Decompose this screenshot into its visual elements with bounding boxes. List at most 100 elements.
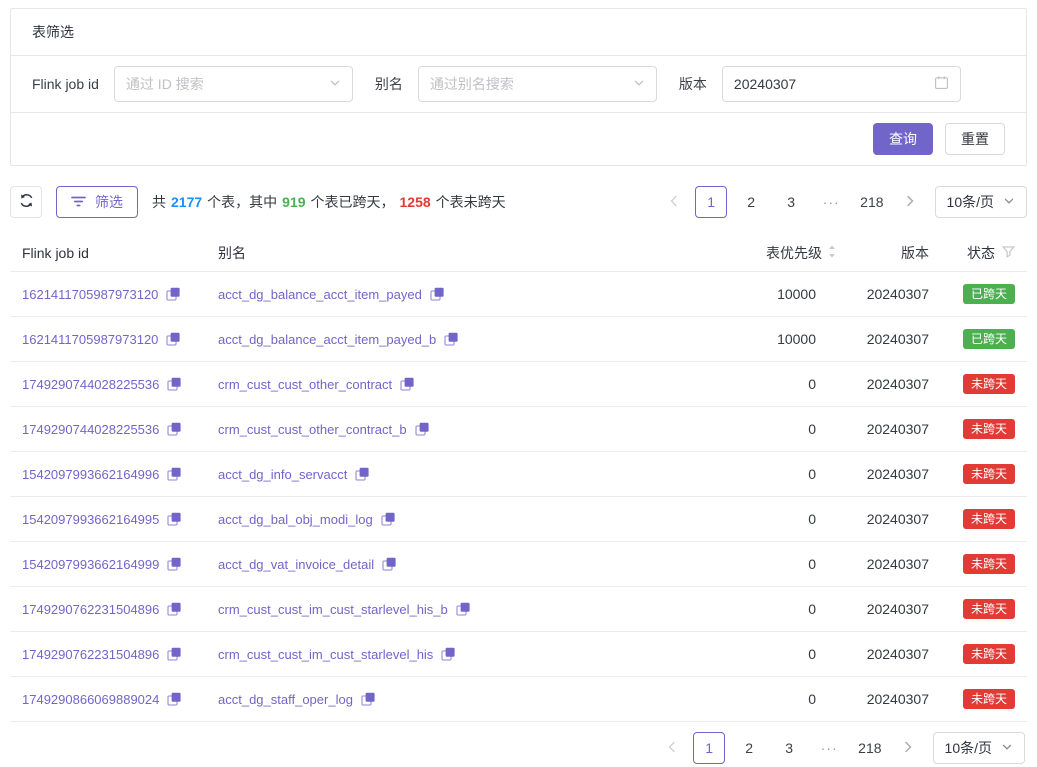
copy-icon[interactable]	[361, 692, 375, 706]
column-header-alias[interactable]: 别名	[218, 243, 715, 263]
filter-toggle-button[interactable]: 筛选	[56, 186, 138, 218]
bottom-pager-row: 123···218 10条/页	[10, 732, 1027, 764]
status-badge: 未跨天	[963, 599, 1015, 619]
page-size-label: 10条/页	[947, 192, 994, 212]
row-alias-link[interactable]: crm_cust_cust_other_contract_b	[218, 422, 407, 437]
flink-job-id-label: Flink job id	[32, 76, 99, 92]
alias-label: 别名	[375, 74, 403, 94]
pagination-next-button[interactable]	[895, 732, 921, 764]
copy-icon[interactable]	[444, 332, 458, 346]
chevron-down-icon	[1003, 194, 1015, 210]
pagination-next-button[interactable]	[897, 186, 923, 218]
copy-icon[interactable]	[415, 422, 429, 436]
copy-icon[interactable]	[167, 557, 181, 571]
row-version: 20240307	[837, 331, 929, 347]
table-row: 1749290744028225536 crm_cust_cust_other_…	[10, 362, 1027, 407]
row-id-link[interactable]: 1542097993662164999	[22, 557, 159, 572]
copy-icon[interactable]	[167, 422, 181, 436]
pagination-page-218[interactable]: 218	[855, 186, 888, 218]
pagination-page-3[interactable]: 3	[775, 186, 807, 218]
filter-actions-row: 查询 重置	[11, 113, 1026, 165]
copy-icon[interactable]	[430, 287, 444, 301]
pagination-top: 123···21810条/页	[661, 186, 1027, 218]
filter-funnel-icon[interactable]	[1002, 245, 1015, 261]
stats-not-crossed-count: 1258	[400, 194, 431, 210]
row-id-link[interactable]: 1749290744028225536	[22, 422, 159, 437]
alias-select[interactable]: 通过别名搜索	[418, 66, 657, 102]
copy-icon[interactable]	[441, 647, 455, 661]
pagination-page-1[interactable]: 1	[693, 732, 725, 764]
version-input[interactable]	[734, 76, 914, 92]
row-id-link[interactable]: 1621411705987973120	[22, 287, 158, 302]
row-priority: 0	[715, 646, 837, 662]
reset-button[interactable]: 重置	[945, 123, 1005, 155]
row-alias-link[interactable]: acct_dg_staff_oper_log	[218, 692, 353, 707]
row-alias-link[interactable]: acct_dg_info_servacct	[218, 467, 347, 482]
row-version: 20240307	[837, 601, 929, 617]
calendar-icon	[934, 75, 949, 93]
table-row: 1749290866069889024 acct_dg_staff_oper_l…	[10, 677, 1027, 722]
row-alias-link[interactable]: crm_cust_cust_im_cust_starlevel_his	[218, 647, 433, 662]
row-id-link[interactable]: 1749290866069889024	[22, 692, 159, 707]
row-alias-link[interactable]: acct_dg_balance_acct_item_payed	[218, 287, 422, 302]
row-alias-link[interactable]: acct_dg_vat_invoice_detail	[218, 557, 374, 572]
pagination-prev-button[interactable]	[659, 732, 685, 764]
pagination-prev-button[interactable]	[661, 186, 687, 218]
refresh-button[interactable]	[10, 186, 42, 218]
version-date-input[interactable]	[722, 66, 961, 102]
row-id-link[interactable]: 1621411705987973120	[22, 332, 158, 347]
row-id-link[interactable]: 1542097993662164995	[22, 512, 159, 527]
copy-icon[interactable]	[400, 377, 414, 391]
copy-icon[interactable]	[381, 512, 395, 526]
row-priority: 10000	[715, 286, 837, 302]
pagination-ellipsis: ···	[813, 732, 845, 764]
row-priority: 0	[715, 511, 837, 527]
row-version: 20240307	[837, 376, 929, 392]
row-id-link[interactable]: 1749290762231504896	[22, 602, 159, 617]
pagination-page-1[interactable]: 1	[695, 186, 727, 218]
row-alias-link[interactable]: crm_cust_cust_other_contract	[218, 377, 392, 392]
copy-icon[interactable]	[456, 602, 470, 616]
sort-caret-icon[interactable]	[827, 244, 837, 262]
status-badge: 未跨天	[963, 689, 1015, 709]
copy-icon[interactable]	[382, 557, 396, 571]
column-header-status[interactable]: 状态	[929, 243, 1015, 263]
copy-icon[interactable]	[167, 602, 181, 616]
stats-total-count: 2177	[171, 194, 202, 210]
page-size-label: 10条/页	[945, 738, 992, 758]
row-id-link[interactable]: 1749290762231504896	[22, 647, 159, 662]
copy-icon[interactable]	[166, 332, 180, 346]
status-badge: 已跨天	[963, 329, 1015, 349]
copy-icon[interactable]	[167, 647, 181, 661]
copy-icon[interactable]	[167, 377, 181, 391]
pagination-page-2[interactable]: 2	[735, 186, 767, 218]
pagination-page-2[interactable]: 2	[733, 732, 765, 764]
row-id-link[interactable]: 1749290744028225536	[22, 377, 159, 392]
query-button[interactable]: 查询	[873, 123, 933, 155]
version-field: 版本	[679, 66, 961, 102]
table-row: 1749290762231504896 crm_cust_cust_im_cus…	[10, 587, 1027, 632]
toolbar: 筛选 共 2177 个表，其中 919 个表已跨天， 1258 个表未跨天 12…	[10, 186, 1027, 218]
copy-icon[interactable]	[167, 512, 181, 526]
page-size-select[interactable]: 10条/页	[933, 732, 1025, 764]
column-header-priority[interactable]: 表优先级	[715, 243, 837, 263]
row-alias-link[interactable]: acct_dg_balance_acct_item_payed_b	[218, 332, 436, 347]
page: 表筛选 Flink job id 通过 ID 搜索 别名 通过别名搜索	[0, 0, 1037, 764]
row-alias-link[interactable]: acct_dg_bal_obj_modi_log	[218, 512, 373, 527]
copy-icon[interactable]	[166, 287, 180, 301]
pagination-page-3[interactable]: 3	[773, 732, 805, 764]
chevron-down-icon	[633, 76, 645, 92]
row-alias-link[interactable]: crm_cust_cust_im_cust_starlevel_his_b	[218, 602, 448, 617]
row-id-link[interactable]: 1542097993662164996	[22, 467, 159, 482]
table-row: 1542097993662164995 acct_dg_bal_obj_modi…	[10, 497, 1027, 542]
filter-fields-row: Flink job id 通过 ID 搜索 别名 通过别名搜索	[11, 56, 1026, 113]
pagination-page-218[interactable]: 218	[853, 732, 886, 764]
flink-job-id-select[interactable]: 通过 ID 搜索	[114, 66, 353, 102]
page-size-select[interactable]: 10条/页	[935, 186, 1027, 218]
column-header-version[interactable]: 版本	[837, 243, 929, 263]
copy-icon[interactable]	[167, 692, 181, 706]
chevron-down-icon	[329, 76, 341, 92]
column-header-id[interactable]: Flink job id	[22, 245, 218, 261]
copy-icon[interactable]	[355, 467, 369, 481]
copy-icon[interactable]	[167, 467, 181, 481]
